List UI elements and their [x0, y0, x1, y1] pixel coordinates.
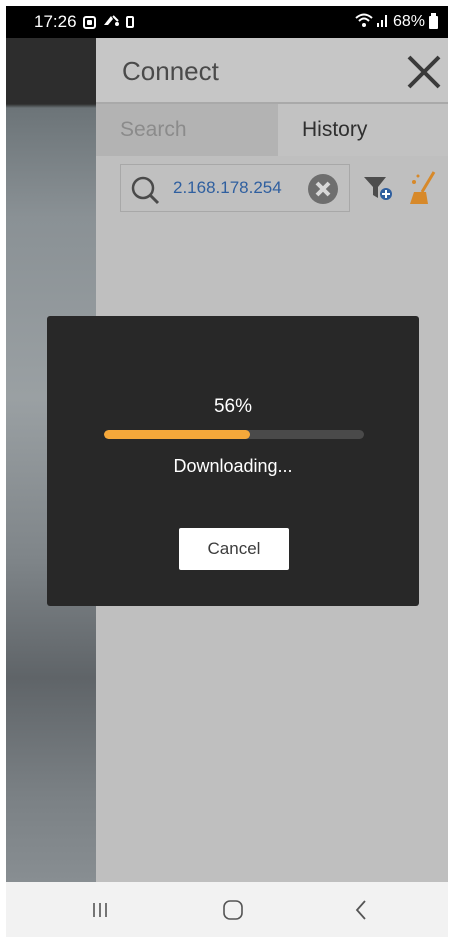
- progress-percent: 56%: [213, 396, 253, 417]
- recent-apps-button[interactable]: [80, 894, 120, 926]
- status-time: 17:26: [34, 12, 77, 31]
- back-icon: [355, 900, 366, 920]
- home-icon: [223, 900, 243, 920]
- status-right: 68%: [355, 12, 438, 32]
- cancel-button[interactable]: Cancel: [179, 528, 289, 570]
- status-bar: 17:26 68%: [6, 6, 448, 38]
- battery-percent: 68%: [392, 13, 425, 30]
- battery-icon: [429, 12, 438, 29]
- progress-fill: [104, 430, 250, 439]
- download-status: Downloading...: [173, 456, 293, 476]
- download-dialog: 56% Downloading... Cancel: [47, 316, 419, 606]
- progress-bar: [104, 430, 364, 439]
- navigation-bar: [6, 882, 448, 937]
- back-button[interactable]: [341, 894, 381, 926]
- card-icon: [125, 16, 134, 28]
- signal-icon: [376, 13, 389, 32]
- status-left: 17:26: [34, 12, 134, 32]
- wifi-icon: [355, 13, 373, 32]
- recent-apps-icon: [93, 903, 107, 917]
- app-notification-icon: [82, 15, 96, 29]
- home-button[interactable]: [213, 894, 253, 926]
- wifi-calling-icon: [102, 12, 120, 32]
